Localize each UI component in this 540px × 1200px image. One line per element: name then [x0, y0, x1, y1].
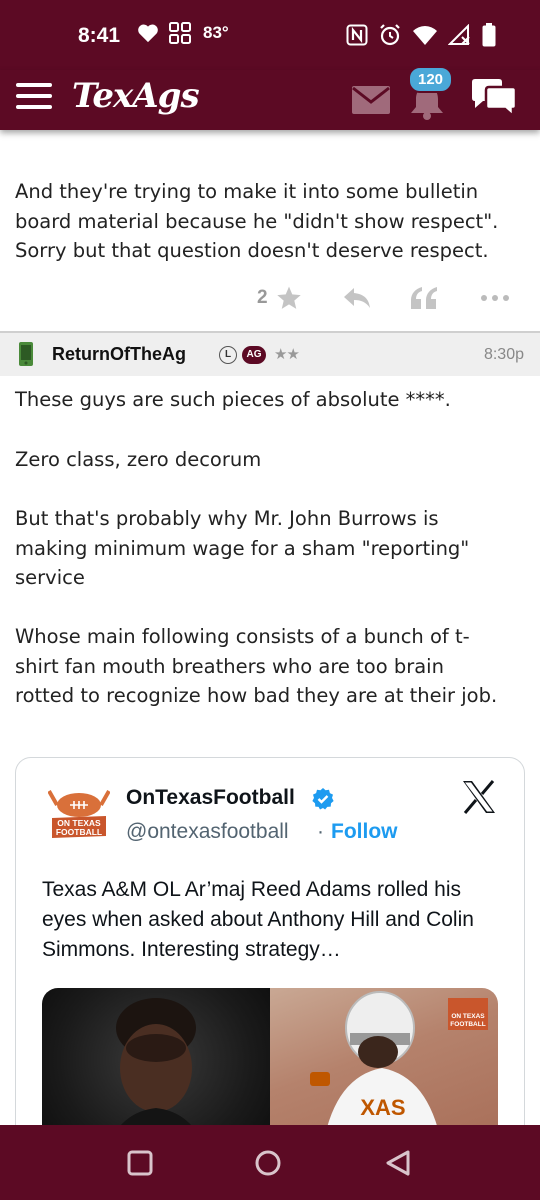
status-temperature: 83°	[203, 23, 229, 42]
notification-badge[interactable]: 120	[408, 66, 454, 93]
alarm-icon	[380, 24, 400, 46]
system-nav-bar	[0, 1125, 540, 1200]
app-header: TexAgs 120	[0, 66, 540, 130]
separator-dot: ·	[317, 820, 324, 843]
post-body: And they're trying to make it into some …	[15, 180, 499, 262]
tweet-author-handle[interactable]: @ontexasfootball	[126, 820, 289, 844]
tweet-author-name[interactable]: OnTexasFootball	[126, 786, 295, 810]
tweet-embed[interactable]: ON TEXAS FOOTBALL OnTexasFootball @ontex…	[15, 757, 525, 1157]
svg-text:FOOTBALL: FOOTBALL	[56, 827, 102, 837]
heart-icon	[138, 24, 158, 43]
mobile-phone-icon	[19, 342, 33, 366]
post-username[interactable]: ReturnOfTheAg	[52, 344, 186, 365]
x-logo-icon[interactable]	[461, 780, 497, 814]
post-paragraph: These guys are such pieces of absolute *…	[15, 388, 451, 411]
recents-icon[interactable]	[126, 1149, 154, 1177]
ontexasfootball-logo: ON TEXAS FOOTBALL	[48, 790, 110, 838]
post-paragraph: But that's probably why Mr. John Burrows…	[15, 507, 470, 589]
signal-icon	[448, 24, 470, 45]
texags-logo[interactable]: TexAgs	[72, 76, 200, 116]
star-icon[interactable]	[276, 285, 302, 311]
nfc-icon	[346, 24, 368, 46]
status-time: 8:41	[78, 24, 121, 47]
svg-text:ON TEXAS: ON TEXAS	[451, 1013, 485, 1020]
user-stars: ★★	[274, 345, 300, 363]
post-time: 8:30p	[483, 346, 524, 363]
quote-icon[interactable]	[410, 285, 438, 311]
widgets-icon	[169, 22, 191, 44]
mail-icon[interactable]	[352, 86, 390, 114]
reply-icon[interactable]	[343, 287, 371, 309]
status-bar: 8:41 83°	[0, 0, 540, 70]
battery-icon	[482, 23, 496, 47]
menu-icon[interactable]	[16, 83, 52, 113]
chat-icon[interactable]	[470, 78, 518, 120]
like-count: 2	[257, 287, 268, 308]
l-badge: L	[219, 346, 237, 364]
post-actions: 2	[0, 283, 540, 313]
post-paragraph: Zero class, zero decorum	[15, 448, 262, 471]
home-icon[interactable]	[254, 1149, 282, 1177]
ag-badge: AG	[242, 346, 266, 364]
jersey-text: XAS	[360, 1095, 405, 1120]
svg-text:FOOTBALL: FOOTBALL	[450, 1021, 485, 1028]
verified-badge-icon	[312, 788, 334, 810]
tweet-text: Texas A&M OL Ar’maj Reed Adams rolled hi…	[42, 878, 474, 961]
post-paragraph: Whose main following consists of a bunch…	[15, 625, 498, 707]
wifi-icon	[413, 26, 437, 45]
more-options-icon[interactable]	[481, 295, 509, 301]
back-icon[interactable]	[384, 1149, 412, 1177]
post-header: ReturnOfTheAg L AG ★★ 8:30p	[0, 331, 540, 376]
follow-button[interactable]: Follow	[331, 820, 398, 844]
